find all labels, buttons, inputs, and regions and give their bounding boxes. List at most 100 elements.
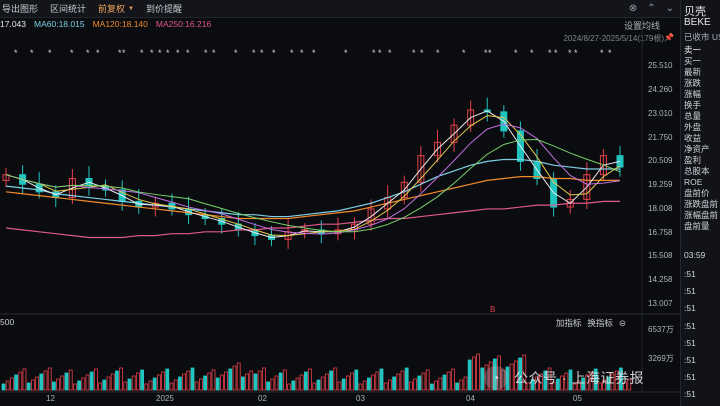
tick-row: :51 <box>684 337 696 348</box>
price-tick: 24.260 <box>648 84 673 94</box>
event-marker: * <box>344 48 348 58</box>
volume-bar <box>156 374 161 391</box>
tick-list: :51:51:51:51:51:51:51:51:51 <box>684 266 696 406</box>
volume-bar <box>219 374 224 391</box>
volume-bar <box>26 382 31 391</box>
volume-bar <box>299 374 304 391</box>
volume-bar <box>450 368 455 391</box>
volume-bar <box>434 380 439 391</box>
settings-icon[interactable]: ⊝ <box>619 318 626 329</box>
event-marker: * <box>290 48 294 58</box>
ma10-line <box>5 115 621 237</box>
volume-bar <box>341 378 346 391</box>
quote-field-label: 买一 <box>684 56 702 66</box>
volume-bar <box>98 382 102 391</box>
volume-toolbar: 500 加指标 换指标 ⊝ <box>0 316 640 328</box>
event-marker: * <box>462 48 466 58</box>
volume-bar <box>236 362 241 391</box>
volume-bar <box>253 373 258 391</box>
volume-bar <box>85 374 90 391</box>
tick-row: :51 <box>684 372 696 383</box>
volume-bar <box>358 383 363 391</box>
stock-symbol: BEKE <box>684 17 711 28</box>
quote-field-label: ROE <box>684 177 703 187</box>
volume-bar <box>152 377 157 391</box>
quote-field-label: 盘前价 <box>684 188 710 198</box>
volume-bar <box>278 372 283 391</box>
volume-bar <box>429 383 434 391</box>
add-indicator-button[interactable]: 加指标 <box>556 317 582 329</box>
event-marker: * <box>436 48 440 58</box>
quote-field-label: 收益 <box>684 133 702 143</box>
price-tick: 19.259 <box>648 179 673 189</box>
quote-field-label: 涨跌盘前 <box>684 199 719 209</box>
volume-bar <box>211 369 216 391</box>
volume-bar <box>308 368 313 391</box>
ma20-line <box>5 123 621 235</box>
volume-bar <box>400 370 405 391</box>
event-marker: * <box>514 48 518 58</box>
event-marker: * <box>212 48 216 58</box>
event-marker: * <box>14 48 18 58</box>
volume-bar <box>303 371 308 391</box>
volume-bar <box>81 377 86 391</box>
volume-bar <box>14 374 19 391</box>
kline-chart[interactable]: * * * * * * * * * * * * * * * * * * * * * * * * * * * * * * * * * * * * * * * *… <box>0 0 680 406</box>
price-tick: 23.010 <box>648 108 673 118</box>
switch-indicator-button[interactable]: 换指标 <box>587 317 613 329</box>
price-tick: 18.008 <box>648 203 673 213</box>
watermark: ◔ 公众号 · 上海证券报 <box>484 366 644 390</box>
volume-bar <box>140 369 145 391</box>
market-status: 已收市 US <box>684 32 720 42</box>
event-marker: * <box>86 48 90 58</box>
volume-bar <box>110 373 115 391</box>
volume-bar <box>375 371 380 391</box>
event-marker: * <box>30 48 34 58</box>
event-marker: * <box>176 48 180 58</box>
price-tick: 21.750 <box>648 132 673 142</box>
volume-bar <box>173 379 178 391</box>
volume-bar <box>115 370 119 391</box>
tick-row: :51 <box>684 389 696 400</box>
volume-bar <box>94 368 98 391</box>
date-tick: 02 <box>258 394 267 403</box>
volume-bar <box>291 380 296 391</box>
price-tick: 25.510 <box>648 61 673 70</box>
volume-bar <box>417 375 422 391</box>
volume-bar <box>287 383 292 391</box>
volume-bar <box>169 382 174 391</box>
volume-bar <box>60 375 65 391</box>
volume-bar <box>144 383 149 391</box>
tick-row: :51 <box>684 354 696 365</box>
tick-time: 03:59 <box>684 250 706 260</box>
volume-bar <box>102 379 107 391</box>
quote-field-label: 总量 <box>684 111 702 121</box>
event-marker: * <box>186 48 190 58</box>
volume-bar <box>203 375 208 391</box>
volume-bar <box>383 382 388 391</box>
volume-bar <box>261 367 266 391</box>
volume-bar <box>337 381 342 391</box>
volume-bar <box>186 370 191 391</box>
volume-bar <box>161 371 166 391</box>
volume-bar <box>270 378 275 391</box>
ma-line <box>5 175 620 220</box>
volume-bar <box>148 380 153 391</box>
volume-bar <box>232 365 237 391</box>
event-marker: * <box>388 48 392 58</box>
volume-bar <box>89 371 94 391</box>
volume-bar <box>404 367 409 391</box>
volume-bar <box>371 374 376 391</box>
volume-bar <box>459 379 464 391</box>
volume-bar <box>392 376 397 391</box>
volume-bar <box>274 375 279 391</box>
event-marker: * <box>600 48 604 58</box>
date-tick: 04 <box>466 394 475 403</box>
volume-bar <box>30 379 35 391</box>
volume-bar <box>131 375 136 391</box>
event-marker: * <box>312 48 316 58</box>
event-marker: * <box>158 48 162 58</box>
volume-bar <box>77 380 81 391</box>
quote-panel: 贝壳 BEKE 已收市 US 卖一 买一 最新 涨跌 涨幅 换手 总量 外盘 收益 净资产 盈利 总股… <box>680 0 720 406</box>
volume-bar <box>320 376 325 391</box>
